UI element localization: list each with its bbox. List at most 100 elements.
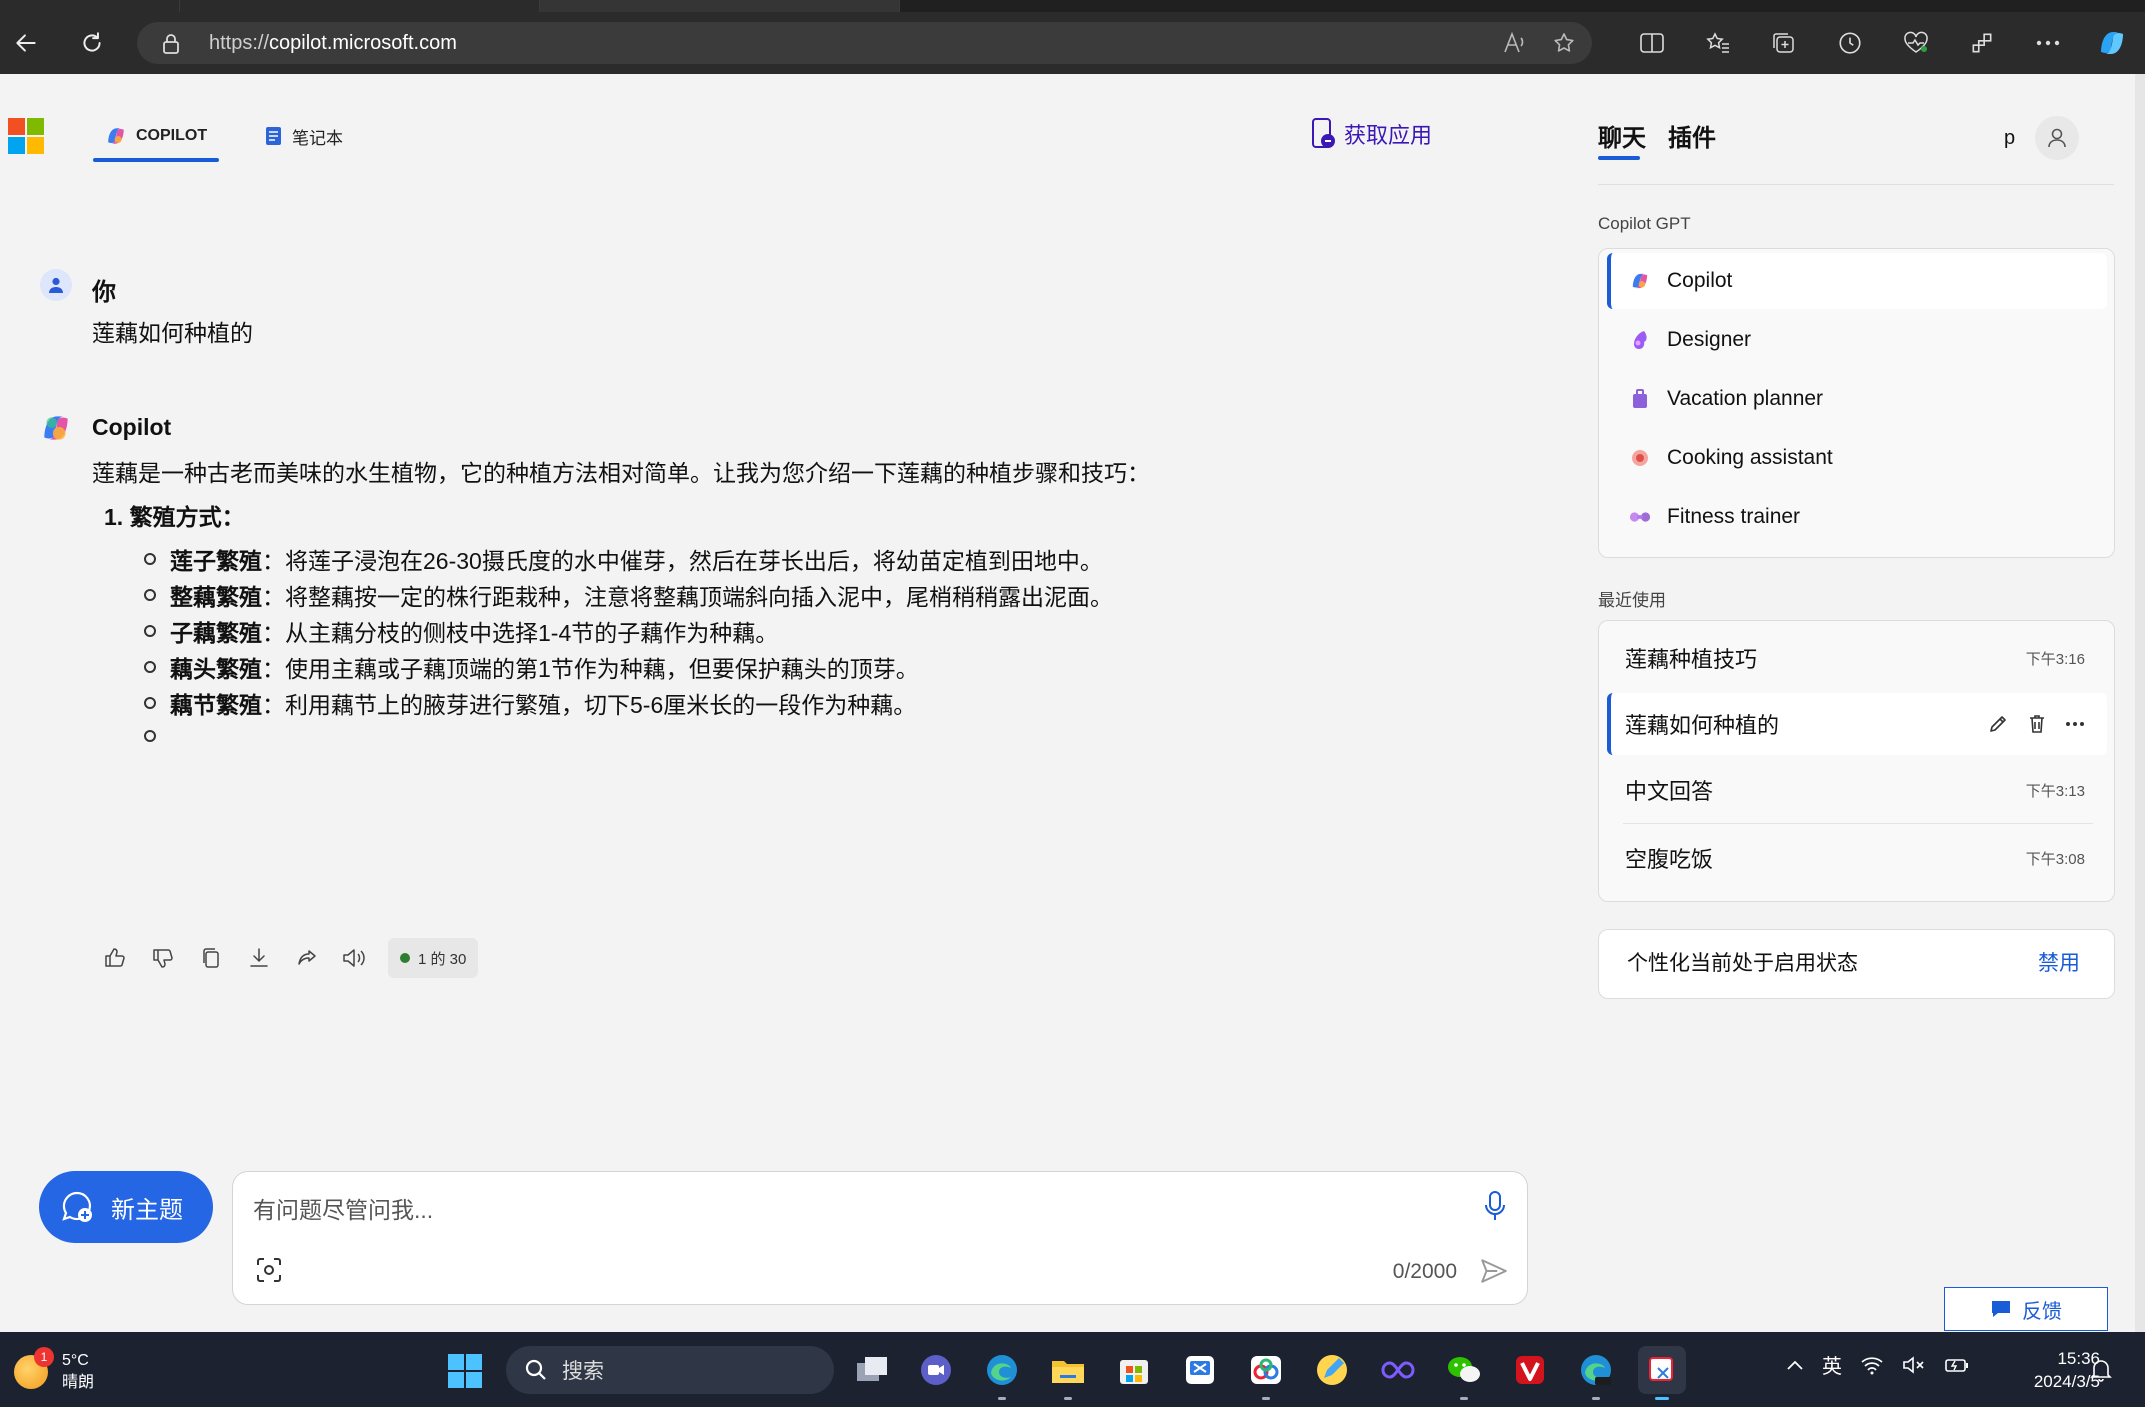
split-screen-button[interactable] — [1634, 25, 1670, 61]
weather-widget[interactable]: 1 5°C 晴朗 — [14, 1347, 94, 1394]
gpt-section-title: Copilot GPT — [1598, 214, 1691, 233]
gpt-item-cooking-assistant[interactable]: Cooking assistant — [1607, 430, 2107, 486]
edit-pencil-icon[interactable] — [1987, 713, 2009, 735]
feedback-button[interactable]: 反馈 — [1944, 1287, 2108, 1331]
taskbar-app-baidu-netdisk[interactable] — [1242, 1346, 1290, 1400]
taskbar-clock[interactable]: 15:36 2024/3/5 — [2000, 1347, 2100, 1393]
chevron-up-icon[interactable] — [1786, 1359, 1804, 1371]
new-chat-icon — [62, 1191, 92, 1222]
edge-dev-icon — [1581, 1355, 1611, 1385]
history-button[interactable] — [1832, 25, 1868, 61]
taskbar-search[interactable]: 搜索 — [506, 1346, 834, 1394]
browser-tab-active[interactable] — [540, 0, 900, 12]
lock-icon[interactable] — [161, 33, 181, 55]
export-button[interactable] — [244, 943, 274, 973]
microphone-button[interactable] — [1483, 1190, 1507, 1222]
browser-tab[interactable] — [180, 0, 540, 12]
favorite-star-icon[interactable] — [1551, 31, 1577, 55]
tab-chat[interactable]: 聊天 — [1598, 118, 1646, 153]
send-button[interactable] — [1479, 1256, 1509, 1286]
gpt-item-vacation-planner[interactable]: Vacation planner — [1607, 371, 2107, 427]
tab-notebook[interactable]: 笔记本 — [264, 114, 343, 158]
taskbar-app-wechat[interactable] — [1440, 1346, 1488, 1400]
suitcase-icon — [1629, 388, 1651, 410]
pencil-app-icon — [1317, 1355, 1347, 1385]
recent-item-tools — [1987, 713, 2085, 735]
tab-copilot[interactable]: COPILOT — [104, 114, 207, 158]
notification-bell-icon[interactable] — [2090, 1358, 2112, 1382]
sun-icon: 1 — [14, 1347, 54, 1389]
gpt-list: Copilot Designer Vacation planner Cookin… — [1598, 248, 2115, 558]
battery-icon[interactable] — [1944, 1355, 1970, 1375]
gpt-item-copilot[interactable]: Copilot — [1607, 253, 2107, 309]
copilot-sidebar-button[interactable] — [2094, 25, 2130, 61]
browser-toolbar: https://copilot.microsoft.com — [0, 12, 2145, 74]
avatar[interactable] — [2035, 116, 2080, 160]
refresh-button[interactable] — [74, 25, 110, 61]
dislike-button[interactable] — [148, 943, 178, 973]
status-dot — [400, 953, 410, 963]
heart-pulse-icon — [1904, 31, 1928, 53]
thumbs-down-icon — [153, 949, 173, 968]
tab-plugins[interactable]: 插件 — [1668, 118, 1716, 153]
person-icon — [2048, 128, 2066, 148]
disable-personalization-link[interactable]: 禁用 — [2038, 930, 2080, 998]
taskbar-app-meet[interactable] — [912, 1346, 960, 1394]
tab-notebook-label: 笔记本 — [292, 128, 343, 148]
more-options-button[interactable] — [2030, 25, 2066, 61]
get-app-link[interactable]: 获取应用 — [1310, 116, 1432, 152]
visual-search-button[interactable] — [255, 1256, 283, 1284]
page-scrollbar[interactable] — [2135, 74, 2145, 1332]
taskbar-app-file-explorer[interactable] — [1044, 1346, 1092, 1400]
dumbbell-icon — [1629, 506, 1651, 528]
cooking-icon — [1629, 447, 1651, 469]
chat-input[interactable] — [253, 1190, 1403, 1230]
back-button[interactable] — [8, 25, 44, 61]
address-bar[interactable]: https://copilot.microsoft.com — [137, 22, 1592, 64]
url-text[interactable]: https://copilot.microsoft.com — [209, 22, 457, 64]
wifi-icon[interactable] — [1860, 1355, 1884, 1375]
browser-essentials-button[interactable] — [1898, 25, 1934, 61]
task-view-button[interactable] — [848, 1346, 896, 1394]
taskbar-app-snipping[interactable] — [1638, 1346, 1686, 1400]
like-button[interactable] — [100, 943, 130, 973]
more-dots-icon[interactable] — [2065, 721, 2085, 727]
start-button[interactable] — [448, 1354, 482, 1388]
profile-area[interactable]: p — [2004, 116, 2080, 160]
collections-button[interactable] — [1766, 25, 1802, 61]
extensions-button[interactable] — [1964, 25, 2000, 61]
feedback-icon — [1992, 1301, 2010, 1317]
favorites-button[interactable] — [1700, 25, 1736, 61]
taskbar-app-edge-dev[interactable] — [1572, 1346, 1620, 1400]
taskbar-app-vivaldi[interactable] — [1506, 1346, 1554, 1394]
taskbar-app-infinity[interactable] — [1374, 1346, 1422, 1394]
recent-item[interactable]: 空腹吃饭 下午3:08 — [1607, 827, 2107, 889]
delete-trash-icon[interactable] — [2027, 713, 2047, 735]
list-item-empty — [144, 730, 170, 742]
taskbar-app-edge[interactable] — [978, 1346, 1026, 1400]
favorites-icon — [1706, 32, 1729, 53]
recent-item-active[interactable]: 莲藕如何种植的 — [1607, 693, 2107, 755]
recent-item[interactable]: 中文回答 下午3:13 — [1607, 759, 2107, 821]
new-topic-button[interactable]: 新主题 — [39, 1171, 213, 1243]
user-speaker-label: 你 — [92, 279, 116, 306]
ime-indicator[interactable]: 英 — [1822, 1350, 1842, 1379]
tab-strip — [0, 0, 2145, 12]
taskbar-app-store[interactable] — [1110, 1346, 1158, 1394]
taskbar-app-remote[interactable] — [1176, 1346, 1224, 1394]
microsoft-logo[interactable] — [8, 118, 44, 154]
read-aloud-button[interactable] — [340, 943, 370, 973]
cloud-icon — [1251, 1356, 1281, 1384]
gpt-item-designer[interactable]: Designer — [1607, 312, 2107, 368]
read-aloud-icon[interactable] — [1503, 32, 1527, 54]
send-icon — [1481, 1259, 1507, 1283]
volume-muted-icon[interactable] — [1902, 1355, 1926, 1375]
list-item: 莲子繁殖 ：将莲子浸泡在26-30摄氏度的水中催芽，然后在芽长出后，将幼苗定植到田… — [144, 542, 1103, 576]
bullet-icon — [144, 553, 156, 565]
recent-item[interactable]: 莲藕种植技巧 下午3:16 — [1607, 627, 2107, 689]
taskbar-app-notes[interactable] — [1308, 1346, 1356, 1394]
browser-tab[interactable] — [0, 0, 180, 12]
copy-button[interactable] — [196, 943, 226, 973]
gpt-item-fitness-trainer[interactable]: Fitness trainer — [1607, 489, 2107, 545]
share-button[interactable] — [292, 943, 322, 973]
